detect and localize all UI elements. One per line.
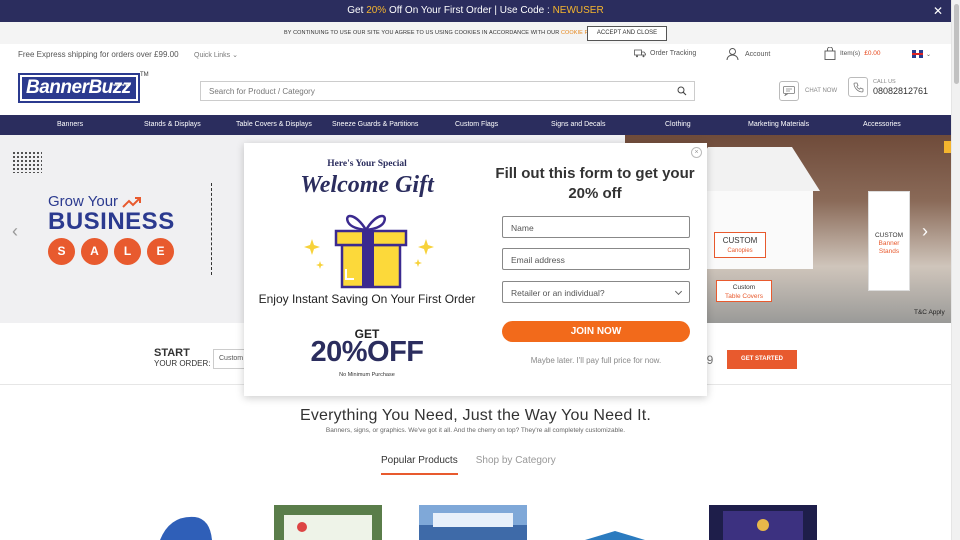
modal-promo-panel: Here's Your Special Welcome Gift Enjoy I… (244, 143, 490, 396)
modal-welcome-gift: Welcome Gift (300, 172, 434, 198)
welcome-gift-modal: Here's Your Special Welcome Gift Enjoy I… (244, 143, 707, 396)
email-field[interactable]: Email address (502, 248, 690, 270)
email-placeholder: Email address (511, 255, 565, 265)
modal-close-icon[interactable]: × (691, 147, 702, 158)
modal-discount: 20%OFF (310, 336, 424, 368)
form-title: Fill out this form to get your 20% off (495, 165, 695, 202)
join-now-button[interactable]: JOIN NOW (502, 321, 690, 342)
modal-enjoy-text: Enjoy Instant Saving On Your First Order (258, 292, 476, 306)
retailer-select[interactable]: Retailer or an individual? (502, 281, 690, 303)
modal-form-panel: × Fill out this form to get your 20% off… (490, 143, 707, 396)
name-placeholder: Name (511, 223, 534, 233)
scrollbar-thumb[interactable] (954, 4, 959, 84)
modal-no-minimum: No Minimum Purchase (339, 372, 395, 378)
name-field[interactable]: Name (502, 216, 690, 238)
retailer-select-value: Retailer or an individual? (511, 288, 605, 298)
modal-special-text: Here's Your Special (327, 159, 407, 169)
page-scrollbar[interactable] (951, 0, 960, 540)
chevron-down-icon (674, 287, 683, 296)
gift-box-icon (304, 214, 434, 289)
maybe-later-link[interactable]: Maybe later. I'll pay full price for now… (490, 356, 702, 365)
